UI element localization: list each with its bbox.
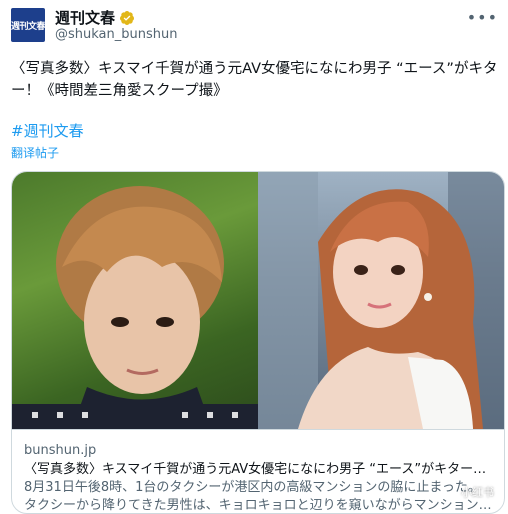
avatar[interactable]: 週刊文春 [11,8,46,42]
photo-man [12,172,258,429]
verified-badge-icon [120,10,135,25]
tweet-text: 〈写真多数〉キスマイ千賀が通う元AV女優宅になにわ男子 “エース”がキター！《時… [11,61,498,99]
man-portrait-illustration [12,186,258,429]
woman-portrait-illustration [258,172,504,429]
photo-woman [258,172,504,429]
hashtag-link[interactable]: #週刊文春 [11,120,84,141]
link-preview-card[interactable]: bunshun.jp 〈写真多数〉キスマイ千賀が通う元AV女優宅になにわ男子 “… [11,171,505,514]
user-handle[interactable]: @shukan_bunshun [55,27,177,42]
card-domain: bunshun.jp [24,443,97,458]
tweet-header: 週刊文春 週刊文春 @shukan_bunshun ••• [0,0,508,50]
card-description-line-2: タクシーから降りてきた男性は、キョロキョロと辺りを窺いながらマンション… [24,498,492,513]
card-image[interactable] [12,172,504,429]
display-name[interactable]: 週刊文春 [55,7,135,28]
card-description-line-1: 8月31日午後8時、1台のタクシーが港区内の高級マンションの脇に止まった。 [24,480,481,495]
card-title: 〈写真多数〉キスマイ千賀が通う元AV女優宅になにわ男子 “エース”がキター… [24,462,487,477]
translate-post-link[interactable]: 翻译帖子 [11,144,59,161]
card-meta[interactable]: bunshun.jp 〈写真多数〉キスマイ千賀が通う元AV女優宅になにわ男子 “… [12,429,504,513]
display-name-text[interactable]: 週刊文春 [55,7,115,28]
watermark: 小红书 [461,486,494,499]
more-options-icon[interactable]: ••• [467,8,498,27]
